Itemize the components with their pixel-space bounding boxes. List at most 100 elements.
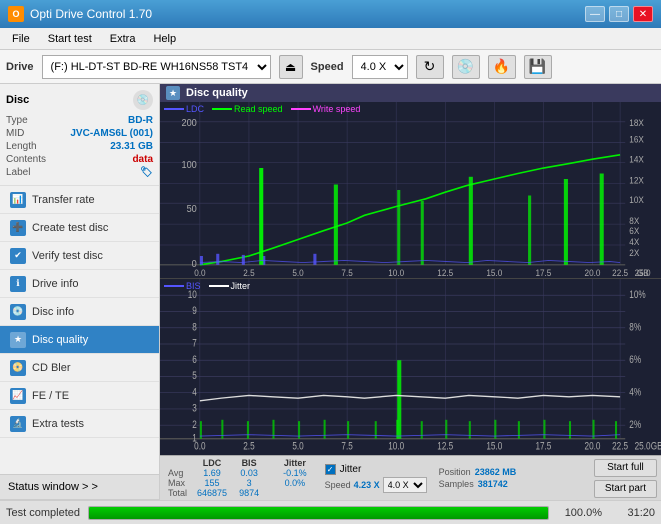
- start-part-button[interactable]: Start part: [594, 480, 657, 498]
- menu-extra[interactable]: Extra: [102, 31, 144, 47]
- burn-icon-btn[interactable]: 🔥: [488, 55, 516, 79]
- svg-text:10.0: 10.0: [388, 268, 404, 278]
- fe-te-icon: 📈: [10, 388, 26, 404]
- speed-row: Speed 4.23 X 4.0 X: [325, 477, 427, 493]
- svg-text:14X: 14X: [629, 154, 644, 164]
- disc-icon: 💿: [133, 90, 153, 110]
- jitter-legend: Jitter: [209, 281, 251, 291]
- samples-row: Samples 381742: [439, 479, 517, 489]
- save-icon-btn[interactable]: 💾: [524, 55, 552, 79]
- status-window-label: Status window > >: [8, 481, 98, 493]
- avg-jitter: -0.1%: [277, 468, 313, 478]
- svg-text:6%: 6%: [629, 354, 641, 366]
- svg-text:6X: 6X: [629, 226, 639, 236]
- svg-text:GB: GB: [651, 441, 661, 453]
- svg-text:0.0: 0.0: [194, 441, 205, 453]
- status-window-button[interactable]: Status window > >: [0, 474, 159, 500]
- jitter-speed-section: ✓ Jitter Speed 4.23 X 4.0 X: [325, 464, 427, 493]
- samples-label: Samples: [439, 479, 474, 489]
- samples-value: 381742: [478, 479, 508, 489]
- avg-label: Avg: [164, 468, 191, 478]
- progress-label: Test completed: [6, 507, 80, 519]
- jitter-checkbox[interactable]: ✓: [325, 464, 336, 475]
- disc-icon-btn[interactable]: 💿: [452, 55, 480, 79]
- svg-text:25.0: 25.0: [635, 441, 651, 453]
- main-content: Disc 💿 Type BD-R MID JVC-AMS6L (001) Len…: [0, 84, 661, 500]
- avg-bis: 0.03: [233, 468, 265, 478]
- bottom-chart-legend: BIS Jitter: [164, 281, 250, 291]
- disc-section: Disc 💿 Type BD-R MID JVC-AMS6L (001) Len…: [0, 84, 159, 186]
- svg-text:5.0: 5.0: [292, 441, 303, 453]
- max-bis: 3: [233, 478, 265, 488]
- svg-text:15.0: 15.0: [486, 268, 502, 278]
- jitter-legend-color: [209, 285, 229, 287]
- svg-text:7.5: 7.5: [341, 268, 353, 278]
- bis-legend: BIS: [164, 281, 201, 291]
- right-panel: ★ Disc quality LDC Read speed Write spee…: [160, 84, 661, 500]
- svg-text:2: 2: [192, 419, 197, 431]
- verify-icon: ✔: [10, 248, 26, 264]
- svg-text:22.5: 22.5: [612, 441, 628, 453]
- position-row: Position 23862 MB: [439, 467, 517, 477]
- svg-text:17.5: 17.5: [535, 441, 551, 453]
- nav-create-test-disc[interactable]: ➕ Create test disc: [0, 214, 159, 242]
- jitter-check-row[interactable]: ✓ Jitter: [325, 464, 427, 475]
- menu-help[interactable]: Help: [145, 31, 184, 47]
- svg-text:12.5: 12.5: [437, 441, 453, 453]
- svg-text:16X: 16X: [629, 134, 644, 144]
- progress-bar-container: Test completed 100.0% 31:20: [0, 500, 661, 524]
- nav-transfer-rate[interactable]: 📊 Transfer rate: [0, 186, 159, 214]
- svg-text:GB: GB: [637, 268, 649, 278]
- close-button[interactable]: ✕: [633, 6, 653, 22]
- menu-file[interactable]: File: [4, 31, 38, 47]
- drive-info-icon: ℹ: [10, 276, 26, 292]
- extra-tests-icon: 🔬: [10, 416, 26, 432]
- nav-fe-te[interactable]: 📈 FE / TE: [0, 382, 159, 410]
- svg-text:15.0: 15.0: [486, 441, 502, 453]
- disc-quality-icon: ★: [10, 332, 26, 348]
- max-jitter: 0.0%: [277, 478, 313, 488]
- position-section: Position 23862 MB Samples 381742: [439, 467, 517, 489]
- nav-disc-quality[interactable]: ★ Disc quality: [0, 326, 159, 354]
- speed-stat-select[interactable]: 4.0 X: [383, 477, 427, 493]
- progress-bar: [88, 506, 549, 520]
- svg-text:20.0: 20.0: [585, 268, 601, 278]
- disc-title: Disc: [6, 94, 29, 106]
- disc-info-icon: 💿: [10, 304, 26, 320]
- jitter-check-label: Jitter: [340, 464, 362, 475]
- top-chart-svg: 200 100 50 0 0.0 2.5 5.0 7.5 10.0 12.5 1…: [160, 102, 661, 278]
- nav-cd-bler[interactable]: 📀 CD Bler: [0, 354, 159, 382]
- progress-time: 31:20: [610, 507, 655, 519]
- nav-extra-tests[interactable]: 🔬 Extra tests: [0, 410, 159, 438]
- progress-percent: 100.0%: [557, 507, 602, 519]
- ldc-header: LDC: [191, 458, 233, 468]
- menu-start-test[interactable]: Start test: [40, 31, 100, 47]
- jitter-legend-label: Jitter: [231, 281, 251, 291]
- svg-text:6: 6: [192, 354, 197, 366]
- speed-select[interactable]: 4.0 X: [352, 55, 408, 79]
- refresh-button[interactable]: ↻: [416, 55, 444, 79]
- write-speed-legend-color: [291, 108, 311, 110]
- svg-text:3: 3: [192, 403, 197, 415]
- position-value: 23862 MB: [475, 467, 517, 477]
- svg-text:20.0: 20.0: [585, 441, 601, 453]
- maximize-button[interactable]: □: [609, 6, 629, 22]
- total-jitter: [277, 488, 313, 498]
- svg-text:2.5: 2.5: [243, 441, 254, 453]
- speed-stat-value: 4.23 X: [354, 480, 380, 490]
- svg-text:5.0: 5.0: [292, 268, 304, 278]
- eject-button[interactable]: ⏏: [279, 55, 303, 79]
- create-test-icon: ➕: [10, 220, 26, 236]
- drive-select[interactable]: (F:) HL-DT-ST BD-RE WH16NS58 TST4: [42, 55, 271, 79]
- svg-text:12.5: 12.5: [437, 268, 453, 278]
- nav-verify-test-disc[interactable]: ✔ Verify test disc: [0, 242, 159, 270]
- contents-value: data: [132, 154, 153, 165]
- nav-disc-info[interactable]: 💿 Disc info: [0, 298, 159, 326]
- minimize-button[interactable]: —: [585, 6, 605, 22]
- chart-title-icon: ★: [166, 86, 180, 100]
- nav-drive-info[interactable]: ℹ Drive info: [0, 270, 159, 298]
- svg-text:10.0: 10.0: [388, 441, 404, 453]
- start-full-button[interactable]: Start full: [594, 459, 657, 477]
- speed-label: Speed: [311, 61, 344, 73]
- position-label: Position: [439, 467, 471, 477]
